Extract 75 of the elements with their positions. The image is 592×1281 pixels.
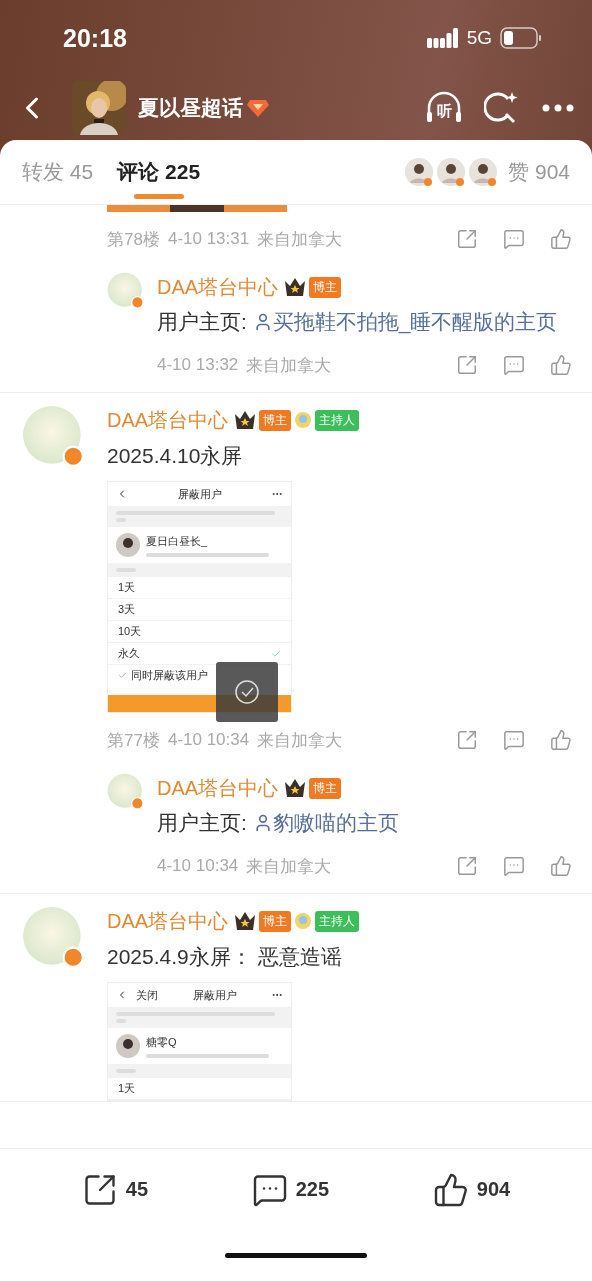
duration-option[interactable]: 10天	[108, 621, 291, 643]
screenshot-image[interactable]: 关闭 屏蔽用户 糖零Q 1天	[107, 982, 292, 1101]
screen-title: 屏蔽用户	[176, 486, 223, 502]
topic-title: 夏以昼超话	[138, 95, 243, 121]
more-icon	[542, 104, 574, 112]
check-icon	[271, 648, 281, 659]
floor-label: 第78楼	[107, 228, 160, 251]
blogger-badge: 博主	[309, 276, 342, 298]
comment-icon[interactable]	[503, 729, 525, 751]
crown-icon	[284, 277, 307, 297]
like-icon[interactable]	[550, 228, 572, 250]
like-icon[interactable]	[550, 855, 572, 877]
image-thumbnail[interactable]	[107, 205, 287, 212]
comment-location: 来自加拿大	[246, 855, 332, 878]
status-time: 20:18	[63, 23, 128, 53]
repost-icon[interactable]	[456, 729, 478, 751]
comment-text: 2025.4.9永屏： 恶意造谣	[107, 944, 343, 970]
tab[interactable]: 评论 225	[117, 140, 201, 205]
like-icon[interactable]	[550, 354, 572, 376]
checkmark-circle-icon	[234, 679, 260, 705]
host-icon	[294, 912, 313, 930]
floor-label: 第77楼	[107, 729, 160, 752]
comment-text: 2025.4.10永屏	[107, 443, 244, 469]
repost-icon[interactable]	[456, 354, 478, 376]
avatar[interactable]	[404, 157, 435, 187]
blogger-badge: 博主	[259, 409, 292, 431]
comment-location: 来自加拿大	[257, 228, 343, 251]
like-button[interactable]: 904	[426, 1170, 517, 1209]
host-badge: 主持人	[315, 409, 360, 431]
duration-option[interactable]: 1天	[108, 577, 291, 599]
signal-icon	[426, 28, 459, 48]
avatar	[116, 533, 140, 557]
more-button[interactable]	[542, 104, 574, 112]
avatar	[116, 1034, 140, 1058]
network-label: 5G	[466, 27, 492, 49]
repost-button[interactable]: 45	[75, 1170, 155, 1209]
profile-link[interactable]: 买拖鞋不拍拖_睡不醒版的主页	[252, 310, 558, 333]
avatar[interactable]	[436, 157, 467, 187]
host-icon	[294, 411, 313, 429]
battery-icon	[500, 27, 542, 49]
checkbox[interactable]: 同时屏蔽该用户	[108, 665, 291, 685]
user-name: 夏日白昼长_	[146, 533, 209, 549]
profile-link[interactable]: 豹嗷喵的主页	[252, 811, 399, 834]
user-name: 糖零Q	[146, 1034, 178, 1050]
host-badge: 主持人	[315, 910, 360, 932]
comment-time: 4-10 13:31	[167, 229, 250, 249]
like-icon	[432, 1171, 469, 1208]
search-button[interactable]	[484, 90, 520, 126]
crown-icon	[234, 911, 257, 931]
reply-text: 用户主页: 豹嗷喵的主页	[157, 810, 400, 836]
crown-icon	[284, 778, 307, 798]
listen-button[interactable]: 听	[424, 88, 464, 128]
close-label: 关闭	[136, 987, 158, 1003]
comment-icon[interactable]	[503, 354, 525, 376]
blogger-badge: 博主	[259, 910, 292, 932]
comment-time: 4-10 13:32	[157, 355, 239, 375]
repost-icon[interactable]	[456, 855, 478, 877]
comment-icon[interactable]	[503, 228, 525, 250]
avatar[interactable]	[468, 157, 499, 187]
duration-option[interactable]: 3天	[108, 599, 291, 621]
reply-text: 用户主页: 买拖鞋不拍拖_睡不醒版的主页	[157, 309, 559, 336]
crown-icon	[234, 410, 257, 430]
like-icon[interactable]	[550, 729, 572, 751]
blogger-badge: 博主	[309, 777, 342, 799]
comment-button[interactable]: 225	[245, 1170, 336, 1209]
screen-title: 屏蔽用户	[191, 987, 238, 1003]
comment-location: 来自加拿大	[257, 729, 343, 752]
comment-icon[interactable]	[503, 855, 525, 877]
diamond-icon	[247, 98, 269, 118]
comment-location: 来自加拿大	[246, 354, 332, 377]
comment-time: 4-10 10:34	[167, 730, 250, 750]
comment-time: 4-10 10:34	[157, 856, 239, 876]
repost-icon[interactable]	[456, 228, 478, 250]
duration-option[interactable]: 1天	[108, 1078, 291, 1100]
check-icon	[118, 670, 127, 680]
